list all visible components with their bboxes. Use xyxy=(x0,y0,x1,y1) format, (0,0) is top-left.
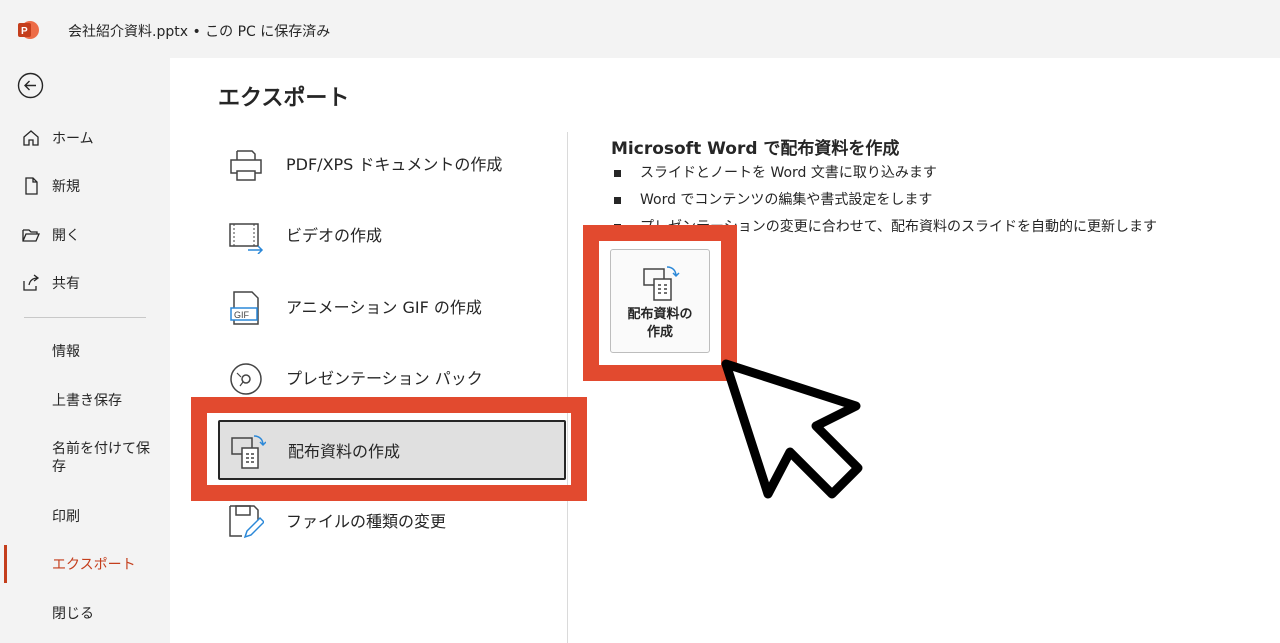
detail-title: Microsoft Word で配布資料を作成 xyxy=(611,139,900,159)
page-title: エクスポート xyxy=(218,86,350,111)
change-file-type-icon xyxy=(229,505,264,539)
nav-item-new[interactable]: 新規 xyxy=(0,166,170,206)
svg-text:GIF: GIF xyxy=(234,310,250,320)
nav-label: エクスポート xyxy=(52,557,136,573)
option-label: ファイルの種類の変更 xyxy=(286,512,447,531)
bullet-icon xyxy=(614,197,621,204)
gif-icon: GIF xyxy=(230,291,259,325)
nav-item-close[interactable]: 閉じる xyxy=(0,593,170,633)
handout-icon xyxy=(231,435,266,469)
new-file-icon xyxy=(25,177,38,195)
backstage-nav: ホーム 新規 開く 共有 情報 上書き保存 名前を付けて保存 印刷 エクスポート… xyxy=(0,58,170,643)
detail-bullets: スライドとノートを Word 文書に取り込みます Word でコンテンツの編集や… xyxy=(614,160,1157,241)
option-animated-gif[interactable]: GIF アニメーション GIF の作成 xyxy=(218,278,566,338)
home-icon xyxy=(23,130,39,146)
nav-item-open[interactable]: 開く xyxy=(0,215,170,255)
nav-divider xyxy=(24,317,146,318)
nav-item-home[interactable]: ホーム xyxy=(0,118,170,158)
nav-label: 印刷 xyxy=(52,509,80,525)
nav-item-save[interactable]: 上書き保存 xyxy=(0,380,170,420)
nav-label: ホーム xyxy=(52,131,94,147)
nav-item-save-as[interactable]: 名前を付けて保存 xyxy=(0,436,170,480)
list-item: プレゼンテーションの変更に合わせて、配布資料のスライドを自動的に更新します xyxy=(614,214,1157,241)
mouse-pointer-icon xyxy=(721,359,863,499)
button-label: 配布資料の 作成 xyxy=(627,307,693,340)
cd-icon xyxy=(230,363,262,395)
share-icon xyxy=(23,274,40,291)
option-package-presentation[interactable]: プレゼンテーション パック xyxy=(218,349,566,409)
option-change-file-type[interactable]: ファイルの種類の変更 xyxy=(218,492,566,552)
nav-label: 共有 xyxy=(52,276,80,292)
option-create-handouts[interactable]: 配布資料の作成 xyxy=(218,420,566,480)
video-icon xyxy=(229,223,264,254)
document-title: 会社紹介資料.pptx • この PC に保存済み xyxy=(68,24,331,40)
option-pdf-xps[interactable]: PDF/XPS ドキュメントの作成 xyxy=(218,135,566,195)
bullet-icon xyxy=(614,224,621,231)
option-label: PDF/XPS ドキュメントの作成 xyxy=(286,155,503,174)
pdf-xps-icon xyxy=(230,150,262,181)
list-item: Word でコンテンツの編集や書式設定をします xyxy=(614,187,1157,214)
option-video[interactable]: ビデオの作成 xyxy=(218,206,566,266)
pane-divider xyxy=(567,132,568,643)
powerpoint-icon: P xyxy=(18,21,39,39)
nav-item-print[interactable]: 印刷 xyxy=(0,496,170,536)
folder-open-icon xyxy=(22,229,40,242)
handout-icon xyxy=(643,266,680,301)
nav-label: 上書き保存 xyxy=(52,393,122,409)
nav-label: 開く xyxy=(52,228,80,244)
nav-label: 情報 xyxy=(52,344,80,360)
back-arrow-icon[interactable] xyxy=(17,72,44,99)
nav-item-export[interactable]: エクスポート xyxy=(0,544,170,584)
bullet-icon xyxy=(614,170,621,177)
option-label: ビデオの作成 xyxy=(286,226,383,245)
list-item: スライドとノートを Word 文書に取り込みます xyxy=(614,160,1157,187)
nav-item-info[interactable]: 情報 xyxy=(0,331,170,371)
option-label: プレゼンテーション パック xyxy=(286,369,483,388)
nav-label: 閉じる xyxy=(52,606,94,622)
svg-text:P: P xyxy=(21,26,28,37)
nav-label: 新規 xyxy=(52,179,80,195)
option-label: 配布資料の作成 xyxy=(288,442,401,461)
nav-label: 名前を付けて保存 xyxy=(52,441,150,475)
nav-item-share[interactable]: 共有 xyxy=(0,263,170,303)
export-pane: エクスポート PDF/XPS ドキュメントの作成 ビデオの作成 GIF アニメー… xyxy=(170,58,1280,643)
option-label: アニメーション GIF の作成 xyxy=(286,298,482,317)
title-bar: P 会社紹介資料.pptx • この PC に保存済み xyxy=(0,0,1280,58)
create-handouts-button[interactable]: 配布資料の 作成 xyxy=(610,249,710,353)
